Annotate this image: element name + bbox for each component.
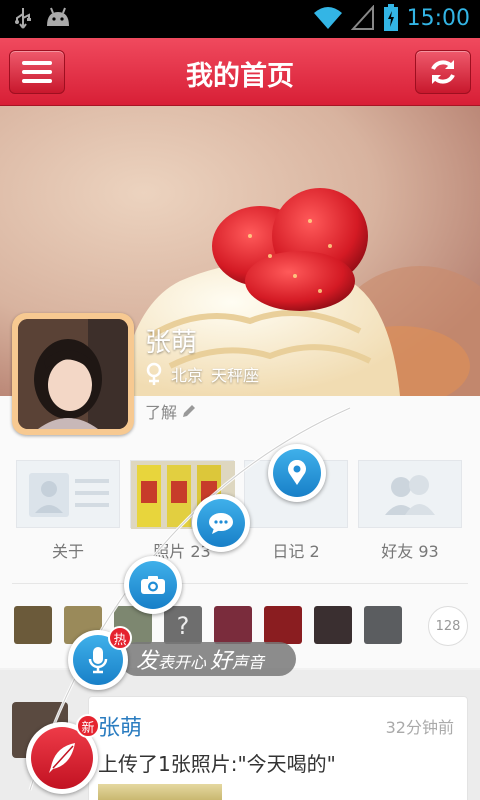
usb-icon [15, 8, 31, 29]
refresh-button[interactable] [415, 50, 471, 94]
title-bar: 我的首页 [0, 38, 480, 106]
hot-badge: 热 [108, 626, 132, 650]
chat-button[interactable] [192, 494, 250, 552]
page-title: 我的首页 [186, 61, 294, 92]
chat-bubble-icon [209, 513, 233, 534]
voice-prompt-part1: 发 [136, 649, 159, 674]
location-text: 北京 [171, 366, 204, 385]
refresh-icon [431, 60, 455, 84]
battery-icon [383, 4, 398, 31]
camera-button[interactable] [124, 556, 182, 614]
profile-meta: 北京 天秤座 [145, 362, 259, 386]
feather-pen-icon [49, 743, 75, 773]
female-icon [146, 362, 162, 385]
profile-name: 张萌 [145, 328, 198, 358]
camera-icon [141, 576, 165, 594]
voice-prompt-part3: 好 [210, 649, 233, 674]
zodiac-text: 天秤座 [211, 366, 260, 385]
voice-prompt-part2: 表开心 [158, 653, 207, 672]
android-icon [47, 7, 69, 26]
wifi-icon [313, 7, 342, 29]
more-friends-count[interactable]: 128 [428, 606, 468, 646]
location-button[interactable] [268, 444, 326, 502]
new-badge: 新 [76, 714, 100, 738]
location-pin-icon [288, 460, 306, 485]
microphone-icon [88, 647, 108, 674]
status-bar: 15:00 [0, 0, 480, 38]
friends-icon [385, 475, 435, 515]
clock: 15:00 [406, 5, 470, 31]
voice-post-prompt[interactable]: 发表开心 好声音 [120, 642, 296, 676]
tile-friends[interactable] [358, 460, 462, 528]
tile-friends-label: 好友 93 [381, 542, 439, 561]
post-time: 32分钟前 [385, 718, 454, 737]
signal-icon [350, 5, 374, 30]
friend-thumb[interactable] [364, 606, 402, 644]
voice-prompt-text: 发表开心 好声音 [136, 643, 264, 675]
voice-prompt-part4: 声音 [232, 653, 265, 672]
